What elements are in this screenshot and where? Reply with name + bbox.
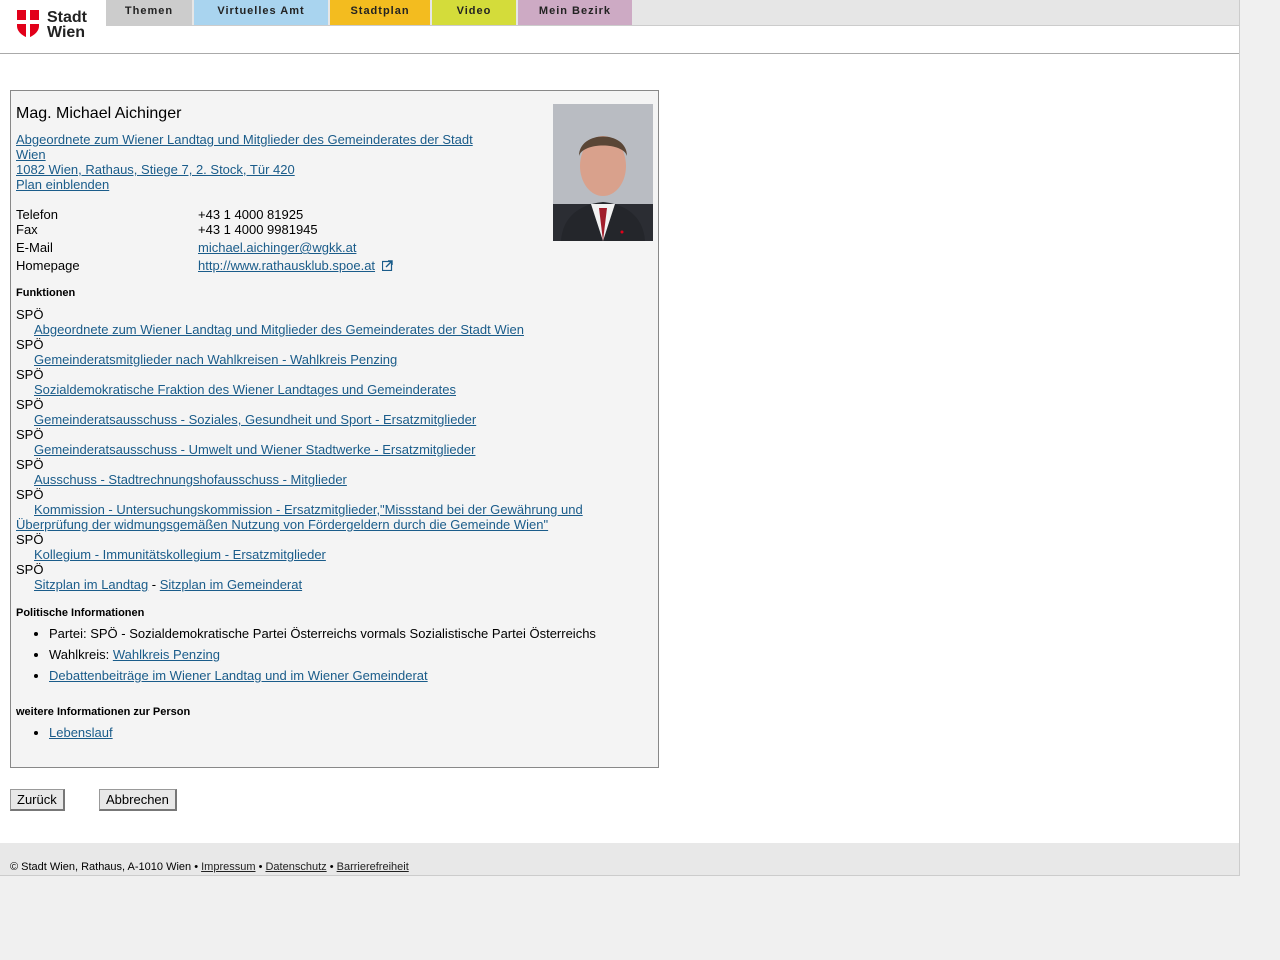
function-role: Sozialdemokratische Fraktion des Wiener … bbox=[34, 382, 457, 397]
function-party: SPÖ bbox=[16, 487, 44, 502]
stadt-wien-logo[interactable]: Stadt Wien bbox=[17, 10, 97, 42]
tab-stadtplan[interactable]: Stadtplan bbox=[330, 0, 430, 25]
function-role: Gemeinderatsausschuss - Umwelt und Wiene… bbox=[34, 442, 476, 457]
function-party: SPÖ bbox=[16, 367, 44, 382]
function-role: Abgeordnete zum Wiener Landtag und Mitgl… bbox=[34, 322, 524, 337]
back-button[interactable]: Zurück bbox=[10, 789, 65, 811]
logo-text: Stadt Wien bbox=[47, 9, 87, 41]
email-label: E-Mail bbox=[16, 240, 53, 255]
function-role: Ausschuss - Stadtrechnungshofausschuss -… bbox=[34, 472, 347, 487]
seating-links: Sitzplan im Landtag - Sitzplan im Gemein… bbox=[34, 577, 303, 592]
phone-row: Telefon +43 1 4000 81925 bbox=[16, 207, 303, 222]
tab-themen[interactable]: Themen bbox=[106, 0, 192, 25]
function-party: SPÖ bbox=[16, 337, 44, 352]
email-row: E-Mail michael.aichinger@wgkk.at bbox=[16, 240, 356, 255]
person-address-block: Abgeordnete zum Wiener Landtag und Mitgl… bbox=[16, 132, 486, 192]
district-item: Wahlkreis: Wahlkreis Penzing bbox=[49, 644, 596, 665]
function-party: SPÖ bbox=[16, 427, 44, 442]
more-info-list: Lebenslauf bbox=[16, 722, 113, 743]
site-footer: © Stadt Wien, Rathaus, A-1010 Wien • Imp… bbox=[0, 843, 1239, 876]
cancel-button[interactable]: Abbrechen bbox=[99, 789, 177, 811]
site-header: Stadt Wien Themen Virtuelles Amt Stadtpl… bbox=[0, 0, 1239, 54]
seat-plan-gemeinderat-link[interactable]: Sitzplan im Gemeinderat bbox=[160, 577, 302, 592]
more-info-heading: weitere Informationen zur Person bbox=[16, 706, 191, 718]
debates-link[interactable]: Debattenbeiträge im Wiener Landtag und i… bbox=[49, 668, 428, 683]
political-info-list: Partei: SPÖ - Sozialdemokratische Partei… bbox=[16, 623, 596, 686]
function-party: SPÖ bbox=[16, 397, 44, 412]
phone-value: +43 1 4000 81925 bbox=[198, 207, 304, 222]
political-info-heading: Politische Informationen bbox=[16, 607, 145, 619]
tab-video[interactable]: Video bbox=[432, 0, 516, 25]
person-details-panel: Mag. Michael Aichinger Abgeordnete zum W… bbox=[10, 90, 659, 768]
person-name: Mag. Michael Aichinger bbox=[16, 105, 182, 122]
function-party: SPÖ bbox=[16, 457, 44, 472]
fax-label: Fax bbox=[16, 222, 38, 237]
tab-mein-bezirk[interactable]: Mein Bezirk bbox=[518, 0, 632, 25]
seat-plan-landtag-link[interactable]: Sitzplan im Landtag bbox=[34, 577, 148, 592]
debates-item: Debattenbeiträge im Wiener Landtag und i… bbox=[49, 665, 596, 686]
tab-virtuelles-amt[interactable]: Virtuelles Amt bbox=[194, 0, 328, 25]
impressum-link[interactable]: Impressum bbox=[201, 861, 255, 873]
show-map-link[interactable]: Plan einblenden bbox=[16, 177, 486, 192]
email-link[interactable]: michael.aichinger@wgkk.at bbox=[198, 240, 356, 255]
function-role: Kollegium - Immunitätskollegium - Ersatz… bbox=[34, 547, 326, 562]
page: Stadt Wien Themen Virtuelles Amt Stadtpl… bbox=[0, 0, 1240, 876]
function-role-long-cont[interactable]: Überprüfung der widmungsgemäßen Nutzung … bbox=[16, 517, 548, 532]
homepage-label: Homepage bbox=[16, 258, 80, 273]
function-role: Gemeinderatsmitglieder nach Wahlkreisen … bbox=[34, 352, 398, 367]
phone-label: Telefon bbox=[16, 207, 58, 222]
wien-shield-icon bbox=[17, 10, 39, 38]
function-party: SPÖ bbox=[16, 532, 44, 547]
district-link[interactable]: Wahlkreis Penzing bbox=[113, 647, 220, 662]
cv-link[interactable]: Lebenslauf bbox=[49, 725, 113, 740]
footer-text: © Stadt Wien, Rathaus, A-1010 Wien • Imp… bbox=[10, 861, 409, 873]
homepage-value: http://www.rathausklub.spoe.at bbox=[198, 258, 393, 273]
privacy-link[interactable]: Datenschutz bbox=[265, 861, 326, 873]
function-role-long: Kommission - Untersuchungskommission - E… bbox=[34, 502, 583, 517]
fax-value: +43 1 4000 9981945 bbox=[198, 222, 318, 237]
affiliation-link[interactable]: Abgeordnete zum Wiener Landtag und Mitgl… bbox=[16, 132, 486, 162]
functions-list: SPÖ Abgeordnete zum Wiener Landtag und M… bbox=[16, 307, 616, 592]
function-party: SPÖ bbox=[16, 307, 44, 322]
external-link-icon bbox=[381, 260, 393, 272]
person-photo bbox=[553, 104, 653, 241]
cv-item: Lebenslauf bbox=[49, 722, 113, 743]
fax-row: Fax +43 1 4000 9981945 bbox=[16, 222, 318, 237]
homepage-row: Homepage http://www.rathausklub.spoe.at bbox=[16, 258, 393, 273]
function-party: SPÖ bbox=[16, 562, 44, 577]
party-item: Partei: SPÖ - Sozialdemokratische Partei… bbox=[49, 623, 596, 644]
functions-heading: Funktionen bbox=[16, 287, 76, 299]
address-link[interactable]: 1082 Wien, Rathaus, Stiege 7, 2. Stock, … bbox=[16, 162, 486, 177]
accessibility-link[interactable]: Barrierefreiheit bbox=[337, 861, 409, 873]
function-role: Gemeinderatsausschuss - Soziales, Gesund… bbox=[34, 412, 477, 427]
homepage-link[interactable]: http://www.rathausklub.spoe.at bbox=[198, 258, 375, 273]
